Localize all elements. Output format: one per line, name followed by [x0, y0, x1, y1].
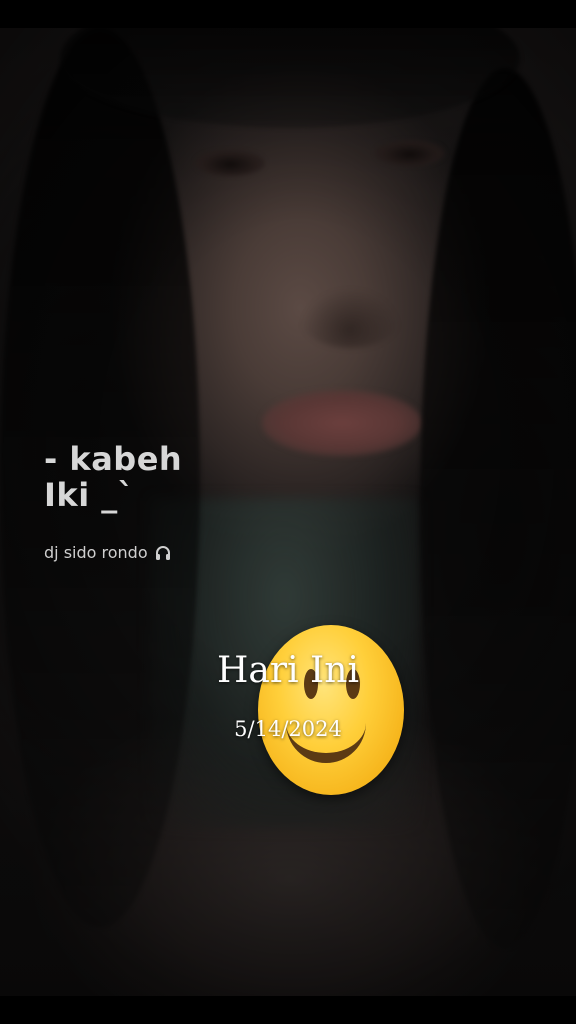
overlay-title-line1: - kabeh — [44, 440, 183, 478]
center-date: 5/14/2024 — [234, 717, 342, 741]
overlay-subtitle: dj sido rondo — [44, 543, 172, 562]
headphones-icon — [154, 544, 172, 562]
story-frame: - kabeh Iki _` dj sido rondo Hari Ini 5/… — [0, 0, 576, 1024]
center-title: Hari Ini — [217, 650, 359, 691]
overlay-subtitle-text: dj sido rondo — [44, 543, 148, 562]
overlay-title-line2: Iki _` — [44, 476, 135, 514]
